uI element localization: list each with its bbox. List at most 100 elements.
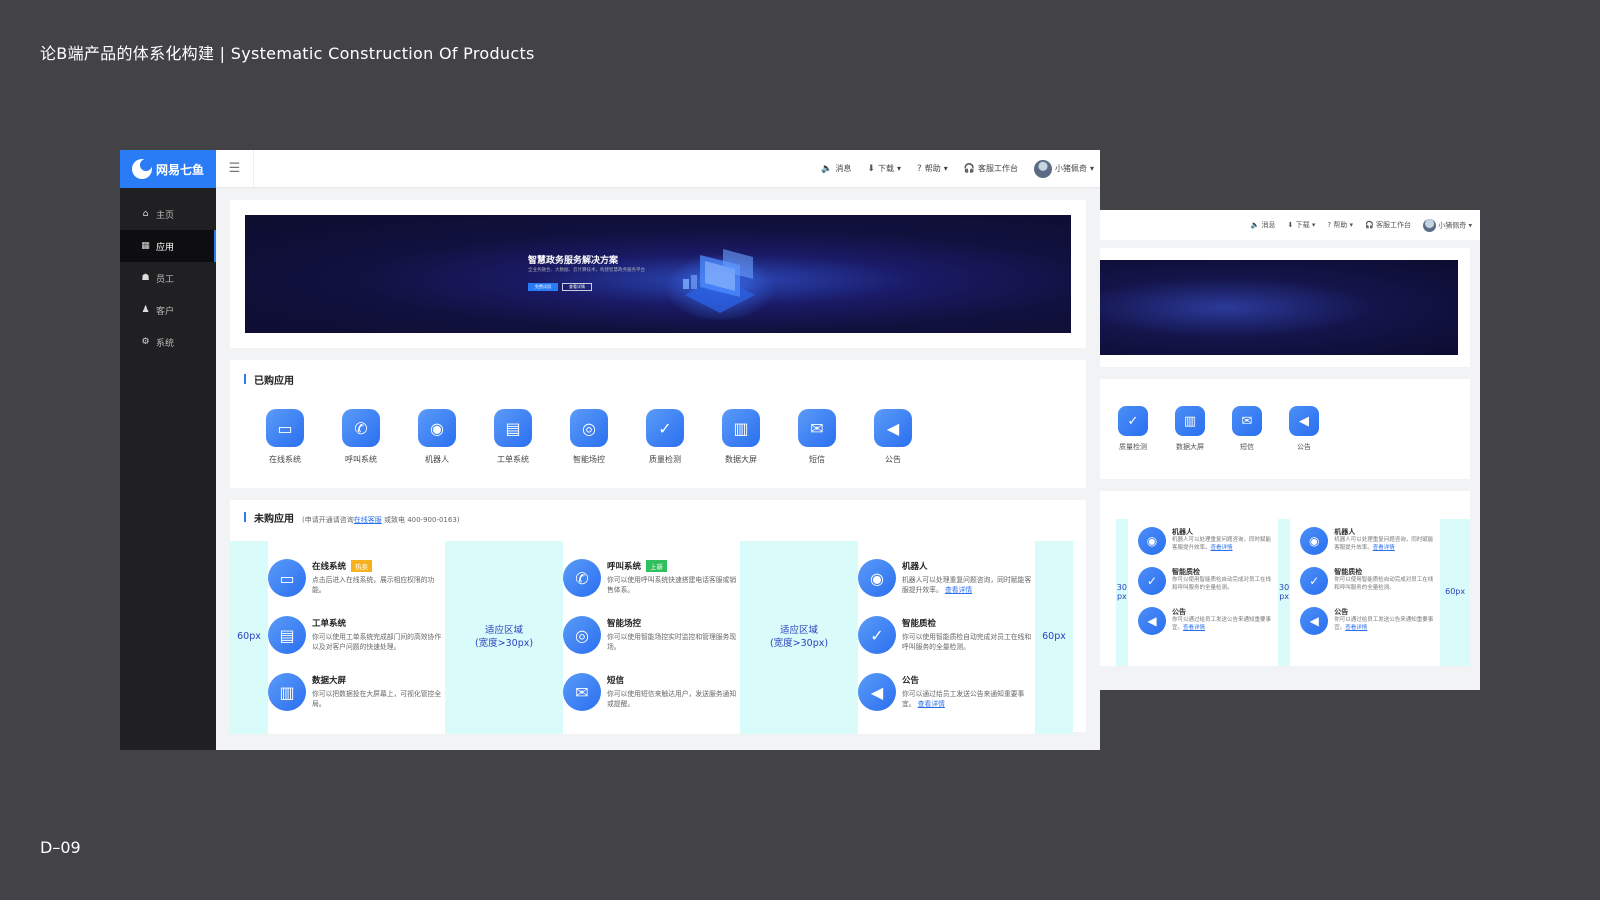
sidebar-item-0[interactable]: ⌂ 主页	[120, 198, 216, 230]
secondary-app-item[interactable]: ◀ 公告 你可以通过给员工发送公告来通知重要事宜。查看详情	[1138, 607, 1272, 635]
help-menu[interactable]: ? 帮助 ▾	[917, 163, 948, 174]
view-details-link[interactable]: 查看详情	[1211, 545, 1233, 551]
secondary-app[interactable]: ▥ 数据大屏	[1175, 406, 1205, 452]
unpurchased-app-item[interactable]: ◎ 智能场控 你可以使用智能场控实时监控和管理服务现场。	[563, 616, 740, 654]
unpurchased-app-item[interactable]: ✓ 智能质检 你可以使用智能质检自动完成对员工在线和呼叫服务的全量检测。	[858, 616, 1035, 654]
purchased-app[interactable]: ◎ 智能场控	[570, 409, 608, 465]
unpurchased-app-item[interactable]: ◉ 机器人 机器人可以处理重复问题咨询，同时赋能客服提升效率。 查看详情	[858, 559, 1035, 597]
purchased-app[interactable]: ▭ 在线系统	[266, 409, 304, 465]
secondary-app[interactable]: ✓ 质量检测	[1118, 406, 1148, 452]
secondary-app-label: 公告	[1297, 443, 1311, 451]
message-link[interactable]: 🔈 消息	[821, 163, 851, 174]
isometric-screens-illustration	[665, 249, 775, 320]
view-details-link[interactable]: 查看详情	[945, 586, 972, 594]
unpurchased-app-item[interactable]: ▤ 工单系统 你可以使用工单系统完成部门间的高效协作以及对客户问题的快速处理。	[268, 616, 445, 654]
robot-icon: ◉	[1300, 527, 1329, 555]
megaphone-icon: ◀	[1138, 607, 1166, 635]
unpurchased-app-title: 智能质检	[902, 619, 937, 629]
purchased-app[interactable]: ▤ 工单系统	[494, 409, 532, 465]
secondary-app-text: 机器人 机器人可以处理重复问题咨询，同时赋能客服提升效率。查看详情	[1172, 527, 1272, 555]
view-details-link[interactable]: 查看详情	[1183, 625, 1205, 631]
unpurchased-app-item[interactable]: ▥ 数据大屏 你可以把数据投在大屏幕上，可视化管控全局。	[268, 673, 445, 711]
sidebar-item-4[interactable]: ⚙ 系统	[120, 326, 216, 358]
banner-title: 智慧政务服务解决方案	[528, 256, 619, 266]
secondary-download-menu[interactable]: ⬇ 下载 ▾	[1288, 220, 1316, 230]
megaphone-icon: ◀	[874, 409, 912, 447]
unpurchased-app-item[interactable]: ✉ 短信 你可以使用短信来触达用户，发送服务通知或提醒。	[563, 673, 740, 711]
unpurchased-app-title: 工单系统	[312, 619, 347, 629]
purchased-app-label: 质量检测	[649, 455, 681, 464]
view-details-link[interactable]: 查看详情	[918, 700, 945, 708]
secondary-user-menu[interactable]: 小猪佩奇 ▾	[1423, 218, 1472, 232]
clipboard-icon: ✓	[646, 409, 684, 447]
unpurchased-app-title: 在线系统	[312, 562, 347, 572]
secondary-workbench-link[interactable]: 🎧 客服工作台	[1365, 220, 1411, 230]
megaphone-icon: ◀	[1300, 607, 1329, 635]
avatar	[1033, 159, 1052, 178]
secondary-app[interactable]: ✉ 短信	[1232, 406, 1262, 452]
view-details-link[interactable]: 查看详情	[1345, 625, 1367, 631]
mail-icon: ✉	[1232, 406, 1262, 436]
banner-primary-button[interactable]: 免费试用	[528, 283, 558, 291]
purchased-app-label: 公告	[885, 455, 901, 464]
purchased-app[interactable]: ◀ 公告	[874, 409, 912, 465]
megaphone-icon: ◀	[858, 673, 896, 711]
secondary-app[interactable]: ◀ 公告	[1289, 406, 1319, 452]
camera-icon: ◎	[563, 616, 601, 654]
promo-banner[interactable]: 智慧政务服务解决方案 全业务融合、大数据、云计算技术，构建智慧政务服务平台 免费…	[245, 215, 1071, 333]
view-details-link[interactable]: 查看详情	[1373, 545, 1395, 551]
chat-icon: ▭	[268, 559, 306, 597]
unpurchased-app-title-row: 工单系统	[312, 617, 444, 629]
unpurchased-app-desc-text: 你可以把数据投在大屏幕上，可视化管控全局。	[312, 690, 442, 708]
sidebar-item-label: 主页	[156, 210, 175, 221]
secondary-app-item[interactable]: ◀ 公告 你可以通过给员工发送公告来通知重要事宜。查看详情	[1300, 607, 1434, 635]
banner-secondary-button[interactable]: 查看详情	[562, 283, 592, 291]
workbench-link[interactable]: 🎧 客服工作台	[964, 163, 1018, 174]
secondary-app-desc: 你可以通过给员工发送公告来通知重要事宜。查看详情	[1172, 617, 1272, 632]
secondary-app-item[interactable]: ◉ 机器人 机器人可以处理重复问题咨询，同时赋能客服提升效率。查看详情	[1138, 527, 1272, 555]
unpurchased-app-item[interactable]: ▭ 在线系统 热卖 点击后进入在线系统，展示相应权限的功能。	[268, 559, 445, 597]
secondary-help-menu[interactable]: ? 帮助 ▾	[1327, 220, 1353, 230]
secondary-app-desc: 你可以使用智能质检自动完成对员工在线和呼叫服务的全量检测。	[1172, 577, 1272, 592]
user-menu[interactable]: 小猪佩奇 ▾	[1033, 159, 1094, 178]
purchased-app[interactable]: ✓ 质量检测	[646, 409, 684, 465]
secondary-app-text: 公告 你可以通过给员工发送公告来通知重要事宜。查看详情	[1334, 607, 1434, 635]
unpurchased-app-title: 智能场控	[607, 619, 642, 629]
sidebar-item-3[interactable]: ♟ 客户	[120, 294, 216, 326]
secondary-app-desc: 机器人可以处理重复问题咨询，同时赋能客服提升效率。查看详情	[1172, 537, 1272, 552]
secondary-app-label: 短信	[1240, 443, 1254, 451]
logo[interactable]: 网易七鱼	[120, 150, 216, 188]
user-icon: ♟	[141, 305, 150, 315]
sidebar-item-2[interactable]: ☗ 员工	[120, 262, 216, 294]
secondary-message-link[interactable]: 🔈 消息	[1251, 220, 1276, 230]
purchased-title: 已购应用	[254, 376, 294, 387]
unpurchased-app-text: 智能质检 你可以使用智能质检自动完成对员工在线和呼叫服务的全量检测。	[902, 616, 1034, 654]
secondary-app-item[interactable]: ✓ 智能质检 你可以使用智能质检自动完成对员工在线和呼叫服务的全量检测。	[1138, 567, 1272, 595]
section-accent-bar	[244, 374, 246, 384]
sidebar-item-label: 应用	[156, 242, 175, 253]
unpurchased-title: 未购应用	[254, 514, 294, 525]
purchased-app[interactable]: ✉ 短信	[798, 409, 836, 465]
chevron-down-icon: ▾	[896, 164, 901, 173]
purchased-app-label: 在线系统	[269, 455, 301, 464]
download-menu[interactable]: ⬇ 下载 ▾	[867, 163, 901, 174]
purchased-app[interactable]: ▥ 数据大屏	[722, 409, 760, 465]
unpurchased-grid: 60px ▭ 在线系统 热卖 点击后进入在线系统，展示相应权限的功能。 ▤ 工单系统 你可以使…	[230, 541, 1086, 734]
purchased-app[interactable]: ◉ 机器人	[418, 409, 456, 465]
secondary-app-item[interactable]: ◉ 机器人 机器人可以处理重复问题咨询，同时赋能客服提升效率。查看详情	[1300, 527, 1434, 555]
qiyu-logo-icon	[132, 159, 152, 179]
unpurchased-app-item[interactable]: ◀ 公告 你可以通过给员工发送公告来通知重要事宜。 查看详情	[858, 673, 1035, 711]
sidebar-item-1[interactable]: ▦ 应用	[120, 230, 216, 262]
unpurchased-app-text: 在线系统 热卖 点击后进入在线系统，展示相应权限的功能。	[312, 559, 444, 597]
purchased-app[interactable]: ✆ 呼叫系统	[342, 409, 380, 465]
menu-toggle-icon[interactable]: ☰	[216, 150, 254, 188]
adaptive-zone-label: 适应区域 (宽度>30px)	[740, 541, 858, 734]
online-service-link[interactable]: 在线客服	[354, 516, 382, 524]
clipboard-icon: ✓	[1138, 567, 1166, 595]
unpurchased-app-item[interactable]: ✆ 呼叫系统 上新 你可以使用呼叫系统快速搭建电话客服或销售体系。	[563, 559, 740, 597]
unpurchased-app-desc: 你可以使用工单系统完成部门间的高效协作以及对客户问题的快速处理。	[312, 633, 444, 653]
home-icon: ⌂	[142, 209, 149, 219]
robot-icon: ◉	[1138, 527, 1166, 555]
secondary-app-item[interactable]: ✓ 智能质检 你可以使用智能质检自动完成对员工在线和呼叫服务的全量检测。	[1300, 567, 1434, 595]
secondary-app-title: 机器人	[1172, 528, 1193, 536]
